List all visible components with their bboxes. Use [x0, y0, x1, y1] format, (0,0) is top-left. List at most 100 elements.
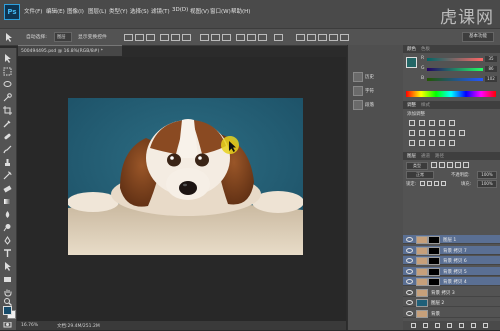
zoom-level[interactable]: 16.76% [21, 323, 38, 328]
align-right-icon[interactable] [182, 34, 191, 41]
distribute-bottom-icon[interactable] [222, 34, 231, 41]
3d-scale-icon[interactable] [340, 34, 349, 41]
lasso-tool-icon[interactable] [3, 80, 12, 89]
auto-align-icon[interactable] [274, 34, 283, 41]
trash-icon[interactable] [483, 323, 488, 328]
align-left-icon[interactable] [160, 34, 169, 41]
dock-paragraph[interactable]: 段落 [351, 99, 400, 110]
align-hcenter-icon[interactable] [171, 34, 180, 41]
layer-row[interactable]: 背景 [403, 308, 500, 318]
green-slider[interactable]: G 86 [421, 66, 497, 73]
menu-file[interactable]: 文件(F) [24, 7, 42, 15]
selective-color-icon[interactable] [439, 140, 445, 146]
history-brush-tool-icon[interactable] [3, 171, 12, 180]
auto-select-checkbox-label[interactable]: 自动选择: [26, 33, 47, 40]
link-layers-icon[interactable] [411, 323, 416, 328]
menu-select[interactable]: 选择(S) [130, 7, 149, 15]
brush-tool-icon[interactable] [3, 145, 12, 154]
fill-input[interactable]: 100% [477, 180, 497, 188]
distribute-right-icon[interactable] [258, 34, 267, 41]
menu-help[interactable]: 帮助(H) [231, 7, 250, 15]
new-group-icon[interactable] [459, 323, 464, 328]
levels-icon[interactable] [419, 120, 425, 126]
menu-view[interactable]: 视图(V) [190, 7, 209, 15]
blur-tool-icon[interactable] [3, 210, 12, 219]
tab-styles[interactable]: 样式 [421, 102, 430, 108]
layer-row[interactable]: 背景 拷贝 4 [403, 277, 500, 286]
visibility-eye-icon[interactable] [406, 310, 413, 316]
layer-row[interactable]: 背景 拷贝 3 [403, 287, 500, 297]
photo-filter-icon[interactable] [439, 130, 445, 136]
menu-3d[interactable]: 3D(D) [172, 7, 188, 13]
layer-mask-thumbnail[interactable] [428, 236, 440, 244]
layer-row[interactable]: 背景 拷贝 5 [403, 266, 500, 276]
channel-mixer-icon[interactable] [449, 130, 455, 136]
filter-smart-object-icon[interactable] [463, 162, 469, 168]
hand-tool-icon[interactable] [3, 288, 12, 297]
menu-window[interactable]: 窗口(W) [210, 7, 231, 15]
zoom-tool-icon[interactable] [3, 297, 12, 306]
visibility-eye-icon[interactable] [406, 237, 413, 242]
hue-saturation-icon[interactable] [409, 130, 415, 136]
healing-brush-tool-icon[interactable] [3, 132, 12, 141]
blend-mode-dropdown[interactable]: 正常 [406, 171, 434, 179]
lock-all-icon[interactable] [441, 181, 446, 186]
color-panel-foreground-swatch[interactable] [406, 57, 417, 68]
rectangle-tool-icon[interactable] [3, 275, 12, 284]
layer-row[interactable]: 图层 1 [403, 235, 500, 244]
move-tool-icon[interactable] [4, 32, 14, 42]
distribute-hcenter-icon[interactable] [247, 34, 256, 41]
show-transform-controls[interactable]: 显示变换控件 [78, 33, 107, 40]
distribute-top-icon[interactable] [200, 34, 209, 41]
menu-image[interactable]: 图像(I) [67, 7, 84, 15]
layer-mask-thumbnail[interactable] [428, 267, 440, 276]
align-vcenter-icon[interactable] [135, 34, 144, 41]
curves-icon[interactable] [429, 120, 435, 126]
marquee-tool-icon[interactable] [3, 67, 12, 76]
add-mask-icon[interactable] [435, 323, 440, 328]
threshold-icon[interactable] [429, 140, 435, 146]
exposure-icon[interactable] [439, 120, 445, 126]
new-layer-icon[interactable] [471, 323, 476, 328]
pen-tool-icon[interactable] [3, 236, 12, 245]
quick-select-tool-icon[interactable] [3, 93, 12, 102]
new-adjustment-icon[interactable] [447, 323, 452, 328]
dock-history[interactable]: 历史 [351, 71, 400, 82]
visibility-eye-icon[interactable] [406, 289, 413, 295]
black-white-icon[interactable] [429, 130, 435, 136]
type-tool-icon[interactable] [3, 249, 12, 258]
red-slider[interactable]: R 35 [421, 56, 497, 63]
lock-transparency-icon[interactable] [420, 181, 425, 186]
tab-color[interactable]: 颜色 [407, 46, 416, 52]
color-spectrum-bar[interactable] [406, 91, 496, 97]
brightness-contrast-icon[interactable] [409, 120, 415, 126]
visibility-eye-icon[interactable] [406, 268, 413, 274]
vibrance-icon[interactable] [449, 120, 455, 126]
align-bottom-icon[interactable] [146, 34, 155, 41]
invert-icon[interactable] [409, 140, 415, 146]
layer-mask-thumbnail[interactable] [428, 278, 440, 286]
layer-style-icon[interactable] [423, 323, 428, 328]
layer-mask-thumbnail[interactable] [428, 257, 440, 265]
gradient-tool-icon[interactable] [3, 197, 12, 206]
workspace-switcher[interactable]: 基本功能 [462, 32, 494, 42]
red-value[interactable]: 35 [485, 56, 497, 62]
menu-edit[interactable]: 编辑(E) [46, 7, 65, 15]
tab-adjustments[interactable]: 调整 [407, 102, 416, 108]
color-balance-icon[interactable] [419, 130, 425, 136]
3d-roll-icon[interactable] [307, 34, 316, 41]
align-top-icon[interactable] [124, 34, 133, 41]
3d-slide-icon[interactable] [329, 34, 338, 41]
lock-position-icon[interactable] [434, 181, 439, 186]
visibility-eye-icon[interactable] [406, 300, 413, 305]
tab-paths[interactable]: 路径 [435, 153, 444, 159]
move-tool-icon[interactable] [3, 54, 12, 63]
3d-rotate-icon[interactable] [296, 34, 305, 41]
layer-mask-thumbnail[interactable] [428, 246, 440, 255]
menu-layer[interactable]: 图层(L) [88, 7, 106, 15]
dodge-tool-icon[interactable] [3, 223, 12, 232]
visibility-eye-icon[interactable] [406, 279, 413, 284]
green-value[interactable]: 86 [485, 66, 497, 72]
foreground-color-swatch[interactable] [3, 306, 12, 315]
filter-shape-icon[interactable] [455, 162, 461, 168]
